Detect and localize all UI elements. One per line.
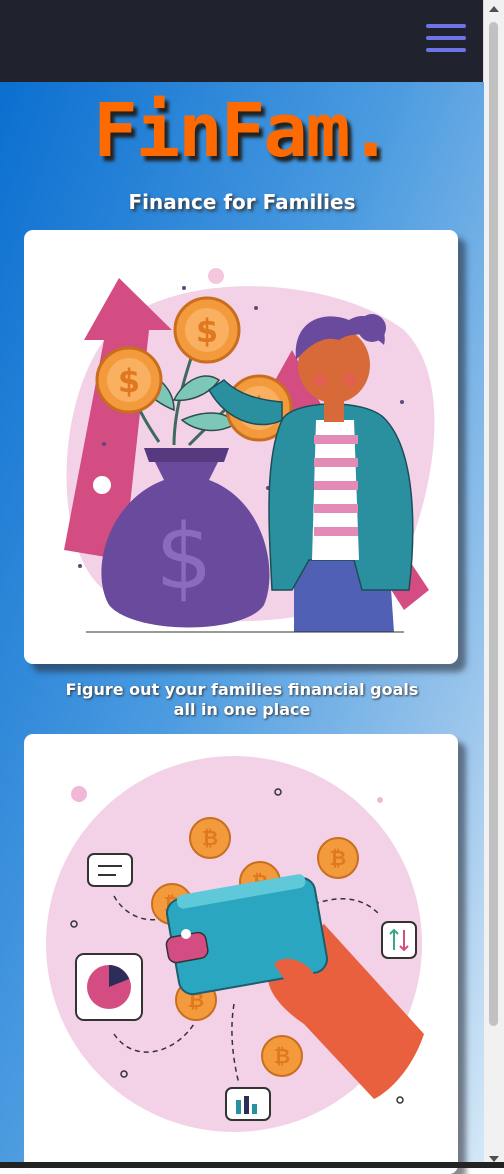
- svg-text:$: $: [155, 505, 212, 610]
- hamburger-menu-icon[interactable]: [426, 24, 466, 58]
- top-navbar: [0, 0, 484, 82]
- illustration-card-wallet: ₿₿ ₿₿ ₿₿: [24, 734, 458, 1174]
- scroll-up-arrow-icon[interactable]: [489, 6, 499, 12]
- subtitle-line-2: all in one place: [173, 700, 311, 719]
- svg-text:₿: ₿: [202, 826, 218, 850]
- subtitle-line-1: Figure out your families financial goals: [65, 680, 419, 699]
- brand-logo[interactable]: FinFam.: [0, 88, 484, 174]
- wallet-bitcoin-illustration: ₿₿ ₿₿ ₿₿: [46, 756, 424, 1132]
- page-scrollbar[interactable]: [483, 0, 504, 1168]
- money-bag-growth-illustration: $ $ $ $: [64, 268, 435, 633]
- svg-text:₿: ₿: [274, 1044, 290, 1068]
- scrollbar-thumb[interactable]: [489, 22, 498, 1026]
- tagline: Finance for Families: [128, 190, 356, 214]
- svg-text:$: $: [118, 362, 140, 400]
- hero-section: FinFam. Finance for Families $ $ $ Figur…: [0, 82, 484, 1174]
- svg-text:$: $: [196, 312, 218, 350]
- svg-text:₿: ₿: [330, 846, 346, 870]
- subtitle: Figure out your families financial goals…: [0, 680, 484, 720]
- bottom-edge: [0, 1162, 504, 1168]
- illustration-card-money-bag: $ $ $ $: [24, 230, 458, 664]
